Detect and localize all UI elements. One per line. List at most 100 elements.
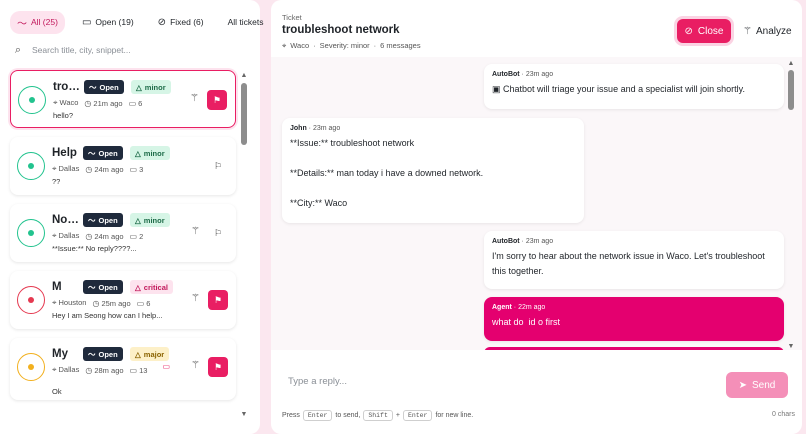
ticket-snippet: ??	[52, 177, 61, 186]
analyze-button[interactable]: ⚚ Analyze	[743, 19, 792, 43]
flag-button[interactable]: ⚑	[207, 90, 227, 110]
status-badge: 〜 Open	[83, 347, 123, 361]
flag-icon: ⚐	[213, 227, 223, 238]
ticket-message-count: 6 messages	[380, 41, 421, 50]
severity-badge-label: minor	[143, 148, 165, 158]
flag-button[interactable]: ⚑	[208, 357, 228, 377]
ticket-city: Waco	[59, 98, 79, 107]
ticket-card-title: No reply	[52, 214, 80, 226]
status-indicator	[18, 86, 46, 114]
list-scrollbar[interactable]: ▲ ▼	[240, 72, 248, 418]
message-thread[interactable]: AutoBot · 23m ago ▣ Chatbot will triage …	[271, 57, 802, 350]
activity-icon: 〜	[88, 282, 96, 292]
status-indicator	[17, 353, 45, 381]
ticket-card-title: My	[52, 348, 68, 360]
ticket-message-count: 6	[138, 98, 143, 108]
flag-icon: ⚑	[212, 94, 222, 105]
ticket-age: 25m ago	[101, 298, 131, 308]
scroll-up-icon[interactable]: ▲	[787, 60, 795, 67]
message-time: 23m ago	[312, 125, 341, 132]
ticket-message-count: 6	[146, 298, 151, 308]
message-header: Agent · 22m ago	[492, 304, 546, 311]
filter-open-chip[interactable]: ▭ Open (19)	[75, 13, 141, 32]
ticket-label: Ticket	[282, 13, 302, 22]
status-badge: 〜 Open	[83, 213, 123, 227]
filter-all-chip[interactable]: 〜 All (25)	[10, 10, 65, 34]
status-badge-label: Open	[98, 349, 118, 359]
kbd-enter: Enter	[402, 410, 433, 421]
status-badge: 〜 Open	[84, 80, 124, 94]
severity-badge: △ major	[130, 347, 170, 361]
ticket-card[interactable]: M 〜 Open △ critical ⌖ Houston ◷ 25m ago ▭ 6 H…	[10, 271, 236, 329]
search-input[interactable]	[32, 45, 232, 55]
severity-badge-label: minor	[144, 82, 166, 92]
ticket-card-meta: ⌖ Dallas ◷ 28m ago ▭ 13	[52, 365, 147, 375]
ticket-card-meta: ⌖ Houston ◷ 25m ago ▭ 6	[52, 298, 150, 308]
flag-button[interactable]: ⚐	[208, 223, 228, 243]
message-author: Agent	[492, 304, 512, 311]
send-button[interactable]: ➤ Send	[726, 372, 788, 398]
flag-icon: ⚑	[213, 294, 223, 305]
scroll-down-icon[interactable]: ▼	[787, 343, 795, 350]
ticket-age: 24m ago	[94, 164, 124, 174]
scroll-up-icon[interactable]: ▲	[240, 72, 248, 79]
filter-fixed-chip[interactable]: ⊘ Fixed (6)	[151, 13, 211, 32]
ticket-city: Waco	[290, 41, 310, 50]
ticket-card[interactable]: No reply 〜Open △minor ⌖Dallas ◷24m ago ▭…	[10, 204, 236, 262]
status-indicator	[17, 219, 45, 247]
reply-input[interactable]	[288, 376, 708, 400]
send-icon: ➤	[738, 379, 748, 391]
check-circle-icon: ⊘	[684, 25, 693, 37]
thread-scrollbar[interactable]: ▲ ▼	[787, 60, 795, 350]
ticket-snippet: **Issue:** No reply????...	[52, 244, 137, 253]
flag-button[interactable]: ⚑	[208, 290, 228, 310]
message-header: John · 23m ago	[290, 125, 341, 132]
send-button-label: Send	[752, 379, 776, 391]
close-ticket-button[interactable]: ⊘ Close	[677, 19, 731, 43]
char-count: 0 chars	[772, 411, 795, 418]
message-bubble: AutoBot · 23m ago I'm sorry to hear abou…	[484, 231, 784, 289]
wand-icon[interactable]: ⚚	[190, 93, 199, 104]
ticket-age: 28m ago	[94, 365, 124, 375]
ticket-city: Dallas	[58, 365, 80, 374]
scroll-down-icon[interactable]: ▼	[240, 411, 248, 418]
severity-badge: △ critical	[130, 280, 173, 294]
wand-icon[interactable]: ⚚	[191, 226, 200, 237]
severity-badge-label: minor	[143, 215, 165, 225]
scrollbar-thumb[interactable]	[788, 70, 794, 110]
filter-all-label: All (25)	[31, 17, 58, 27]
status-badge-label: Open	[98, 215, 118, 225]
clock-icon: ◷	[85, 365, 93, 375]
severity-badge: △ minor	[131, 80, 171, 94]
comment-icon: ▭	[128, 98, 137, 108]
warning-icon: △	[135, 349, 141, 359]
clock-icon: ◷	[85, 164, 93, 174]
message-text: what do id o first	[492, 317, 561, 327]
message-header: AutoBot · 23m ago	[492, 238, 554, 245]
ticket-card-meta: ⌖ Waco ◷ 21m ago ▭ 6	[53, 98, 142, 108]
hint-plus: +	[395, 412, 400, 419]
activity-icon: 〜	[17, 18, 27, 30]
comment-icon: ▭	[129, 231, 138, 241]
ticket-card-meta: ⌖ Dallas ◷ 24m ago ▭ 3	[52, 164, 143, 174]
ticket-card[interactable]: troubleshoot network 〜Open △minor ⌖Waco …	[10, 70, 236, 128]
filter-bar: 〜 All (25) ▭ Open (19) ⊘ Fixed (6) All t…	[10, 10, 277, 34]
wand-icon[interactable]: ⚚	[191, 293, 200, 304]
message-body: ▣ Chatbot will triage your issue and a s…	[492, 82, 776, 97]
wand-icon[interactable]: ⚚	[191, 360, 200, 371]
kbd-enter: Enter	[302, 410, 333, 421]
unread-message-icon: ▭	[162, 362, 170, 371]
scrollbar-thumb[interactable]	[241, 83, 247, 145]
ticket-card[interactable]: My 〜 Open △ major ⌖ Dallas ◷ 28m ago ▭ 13 Ok …	[10, 338, 236, 400]
ticket-card[interactable]: Help 〜 Open △ minor ⌖ Dallas ◷ 24m ago ▭ 3 ??…	[10, 137, 236, 195]
message-text: I'm sorry to hear about the network issu…	[492, 251, 768, 276]
activity-icon: 〜	[88, 148, 96, 158]
flag-button[interactable]: ⚐	[208, 156, 228, 176]
reply-composer: ➤ Send Press Enter to send, Shift + Ente…	[271, 350, 802, 434]
ticket-detail-panel: Ticket troubleshoot network ⌖ Waco · Sev…	[271, 0, 802, 434]
map-pin-icon: ⌖	[52, 231, 57, 240]
robot-icon: ▣	[492, 84, 504, 94]
message-header: AutoBot · 23m ago	[492, 71, 554, 78]
status-badge: 〜 Open	[83, 146, 123, 160]
search-icon: ⌕	[14, 43, 22, 56]
